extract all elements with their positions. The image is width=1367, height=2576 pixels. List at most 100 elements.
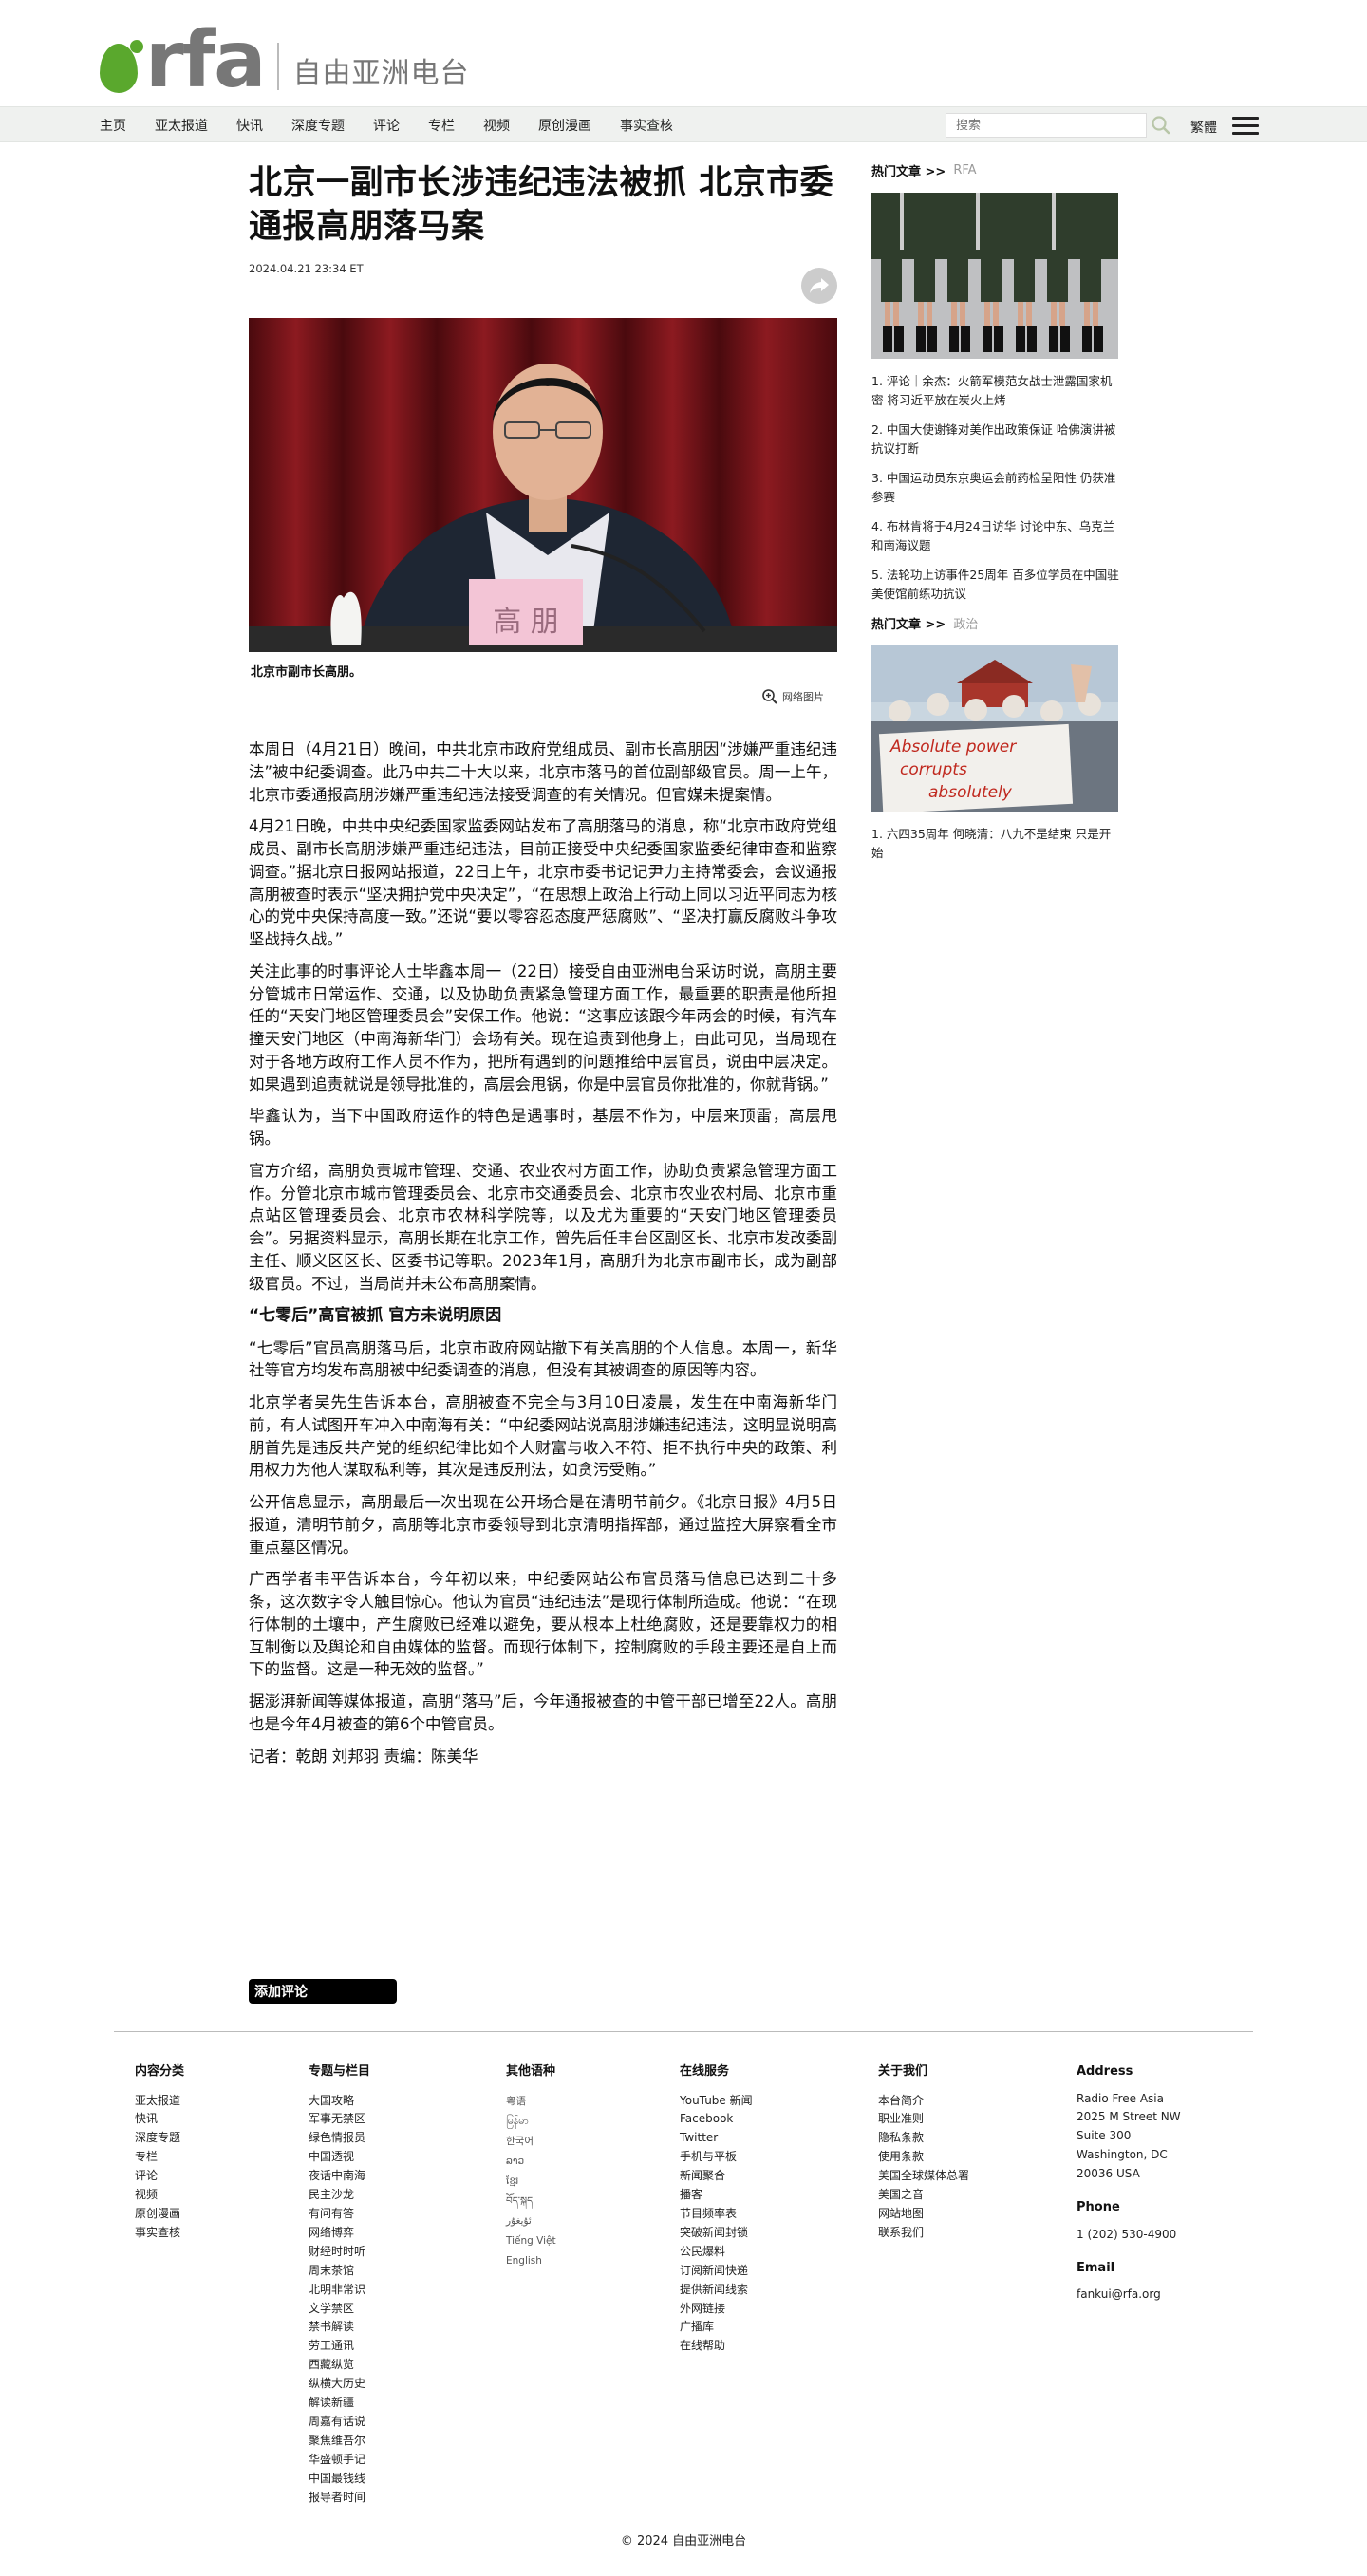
footer-service-link[interactable]: 新闻聚合 (680, 2167, 753, 2186)
footer-topic-link[interactable]: 网络博弈 (309, 2224, 370, 2243)
footer-address-line: Washington, DC (1077, 2148, 1168, 2162)
popular-article-link[interactable]: 3. 中国运动员东京奥运会前药检呈阳性 仍获准参赛 (871, 469, 1120, 507)
nav-item[interactable]: 主页 (100, 116, 126, 135)
footer-service-link[interactable]: 广播库 (680, 2318, 753, 2337)
politics-article-link[interactable]: 1. 六四35周年 何晓清：八九不是结束 只是开始 (871, 825, 1120, 863)
footer-topic-link[interactable]: 有问有答 (309, 2205, 370, 2224)
footer-service-link[interactable]: Facebook (680, 2110, 753, 2129)
footer-topic-link[interactable]: 周嘉有话说 (309, 2413, 370, 2432)
politics-articles-header[interactable]: 热门文章 >> 政治 (871, 614, 1120, 632)
footer-about-link[interactable]: 美国之音 (878, 2186, 969, 2205)
photo-credit[interactable]: 网络图片 (761, 688, 824, 705)
footer-topic-link[interactable]: 报导者时间 (309, 2489, 370, 2508)
nav-item[interactable]: 快讯 (236, 116, 263, 135)
footer-topic-link[interactable]: 绿色情报员 (309, 2129, 370, 2148)
footer-category-link[interactable]: 深度专题 (135, 2129, 184, 2148)
footer-language-link[interactable]: Tiếng Việt (506, 2231, 556, 2251)
footer-service-link[interactable]: 手机与平板 (680, 2148, 753, 2167)
footer-topic-link[interactable]: 解读新疆 (309, 2394, 370, 2413)
footer-category-link[interactable]: 专栏 (135, 2148, 184, 2167)
popular-articles-header[interactable]: 热门文章 >> RFA (871, 161, 1120, 179)
popular-article-link[interactable]: 5. 法轮功上访事件25周年 百多位学员在中国驻美使馆前练功抗议 (871, 566, 1120, 604)
footer-about-link[interactable]: 本台简介 (878, 2092, 969, 2111)
footer-topic-link[interactable]: 中国透视 (309, 2148, 370, 2167)
footer-category-link[interactable]: 评论 (135, 2167, 184, 2186)
footer-topic-link[interactable]: 大国攻略 (309, 2092, 370, 2111)
footer-topic-link[interactable]: 劳工通讯 (309, 2337, 370, 2356)
hamburger-menu-icon[interactable] (1232, 117, 1259, 136)
footer-address-line: 20036 USA (1077, 2167, 1140, 2181)
footer-language-link[interactable]: မြန်မာ (506, 2112, 556, 2132)
footer-topic-link[interactable]: 北明非常识 (309, 2281, 370, 2300)
footer-language-link[interactable]: 粤语 (506, 2092, 556, 2112)
footer-about-link[interactable]: 使用条款 (878, 2148, 969, 2167)
politics-article-image[interactable]: Absolute power corrupts absolutely (871, 645, 1118, 812)
article-paragraph: 毕鑫认为，当下中国政府运作的特色是遇事时，基层不作为，中层来顶雷，高层甩锅。 (249, 1107, 837, 1148)
footer-category-link[interactable]: 快讯 (135, 2110, 184, 2129)
footer-about-link[interactable]: 联系我们 (878, 2224, 969, 2243)
footer-service-link[interactable]: 公民爆料 (680, 2243, 753, 2262)
footer-service-link[interactable]: 在线帮助 (680, 2337, 753, 2356)
footer-service-link[interactable]: 订阅新闻快递 (680, 2262, 753, 2281)
footer-topic-link[interactable]: 夜话中南海 (309, 2167, 370, 2186)
footer-service-link[interactable]: 提供新闻线索 (680, 2281, 753, 2300)
popular-article-link[interactable]: 2. 中国大使谢锋对美作出政策保证 哈佛演讲被抗议打断 (871, 420, 1120, 458)
popular-article-link[interactable]: 4. 布林肯将于4月24日访华 讨论中东、乌克兰和南海议题 (871, 517, 1120, 555)
footer-category-link[interactable]: 亚太报道 (135, 2092, 184, 2111)
footer-language-link[interactable]: ລາວ (506, 2152, 556, 2172)
article-paragraph: 广西学者韦平告诉本台，今年初以来，中纪委网站公布官员落马信息已达到二十多条，这次… (249, 1570, 837, 1679)
footer-phone[interactable]: 1 (202) 530-4900 (1077, 2226, 1181, 2245)
footer-topic-link[interactable]: 文学禁区 (309, 2300, 370, 2319)
footer-category-link[interactable]: 原创漫画 (135, 2205, 184, 2224)
popular-article-image[interactable] (871, 193, 1118, 359)
footer-topic-link[interactable]: 纵横大历史 (309, 2375, 370, 2394)
footer-topic-link[interactable]: 中国最钱线 (309, 2470, 370, 2489)
footer-about-link[interactable]: 美国全球媒体总署 (878, 2167, 969, 2186)
rfa-logo[interactable]: rfa 自由亚洲电台 (100, 21, 469, 99)
footer-language-link[interactable]: ខ្មែរ (506, 2172, 556, 2192)
add-comment-button[interactable]: 添加评论 (249, 1979, 397, 2004)
footer-service-link[interactable]: 播客 (680, 2186, 753, 2205)
footer-service-link[interactable]: YouTube 新闻 (680, 2092, 753, 2111)
nav-item[interactable]: 专栏 (428, 116, 455, 135)
footer-topic-link[interactable]: 禁书解读 (309, 2318, 370, 2337)
search-icon[interactable] (1151, 115, 1171, 136)
footer-language-link[interactable]: བོད་སྐད (506, 2192, 556, 2212)
footer-service-link[interactable]: 外网链接 (680, 2300, 753, 2319)
footer-about-link[interactable]: 网站地图 (878, 2205, 969, 2224)
footer-service-link[interactable]: 节目频率表 (680, 2205, 753, 2224)
article-paragraph: 记者：乾朗 刘邦羽 责编：陈美华 (249, 1746, 478, 1765)
footer-topic-link[interactable]: 聚焦维吾尔 (309, 2432, 370, 2451)
nav-item[interactable]: 事实查核 (620, 116, 673, 135)
search-input[interactable] (946, 113, 1147, 138)
footer-services-title: 在线服务 (680, 2064, 730, 2079)
footer-category-link[interactable]: 视频 (135, 2186, 184, 2205)
footer-topic-link[interactable]: 华盛顿手记 (309, 2451, 370, 2470)
footer-topic-link[interactable]: 军事无禁区 (309, 2110, 370, 2129)
popular-article-link[interactable]: 1. 评论｜余杰：火箭军模范女战士泄露国家机密 将习近平放在炭火上烤 (871, 372, 1120, 410)
traditional-chinese-link[interactable]: 繁體 (1190, 118, 1217, 137)
popular-articles-tag: RFA (953, 163, 977, 177)
footer-topic-link[interactable]: 财经时时听 (309, 2243, 370, 2262)
footer-service-link[interactable]: 突破新闻封锁 (680, 2224, 753, 2243)
footer-topic-link[interactable]: 西藏纵览 (309, 2356, 370, 2375)
nav-item[interactable]: 视频 (483, 116, 510, 135)
lead-photo: 高 朋 (249, 318, 837, 652)
nav-item[interactable]: 亚太报道 (155, 116, 208, 135)
footer-service-link[interactable]: Twitter (680, 2129, 753, 2148)
footer-language-link[interactable]: English (506, 2251, 556, 2271)
footer-language-link[interactable]: 한국어 (506, 2132, 556, 2152)
nav-item[interactable]: 评论 (373, 116, 400, 135)
footer-topic-link[interactable]: 周末茶馆 (309, 2262, 370, 2281)
footer-category-link[interactable]: 事实查核 (135, 2224, 184, 2243)
logo-divider (277, 42, 280, 90)
nav-item[interactable]: 深度专题 (291, 116, 345, 135)
photo-credit-text: 网络图片 (782, 691, 824, 703)
footer-topic-link[interactable]: 民主沙龙 (309, 2186, 370, 2205)
footer-language-link[interactable]: ئۇيغۇر (506, 2212, 556, 2231)
footer-about-link[interactable]: 隐私条款 (878, 2129, 969, 2148)
footer-email[interactable]: fankui@rfa.org (1077, 2286, 1181, 2305)
footer-about-link[interactable]: 职业准则 (878, 2110, 969, 2129)
nav-item[interactable]: 原创漫画 (538, 116, 591, 135)
share-icon[interactable] (801, 268, 837, 304)
